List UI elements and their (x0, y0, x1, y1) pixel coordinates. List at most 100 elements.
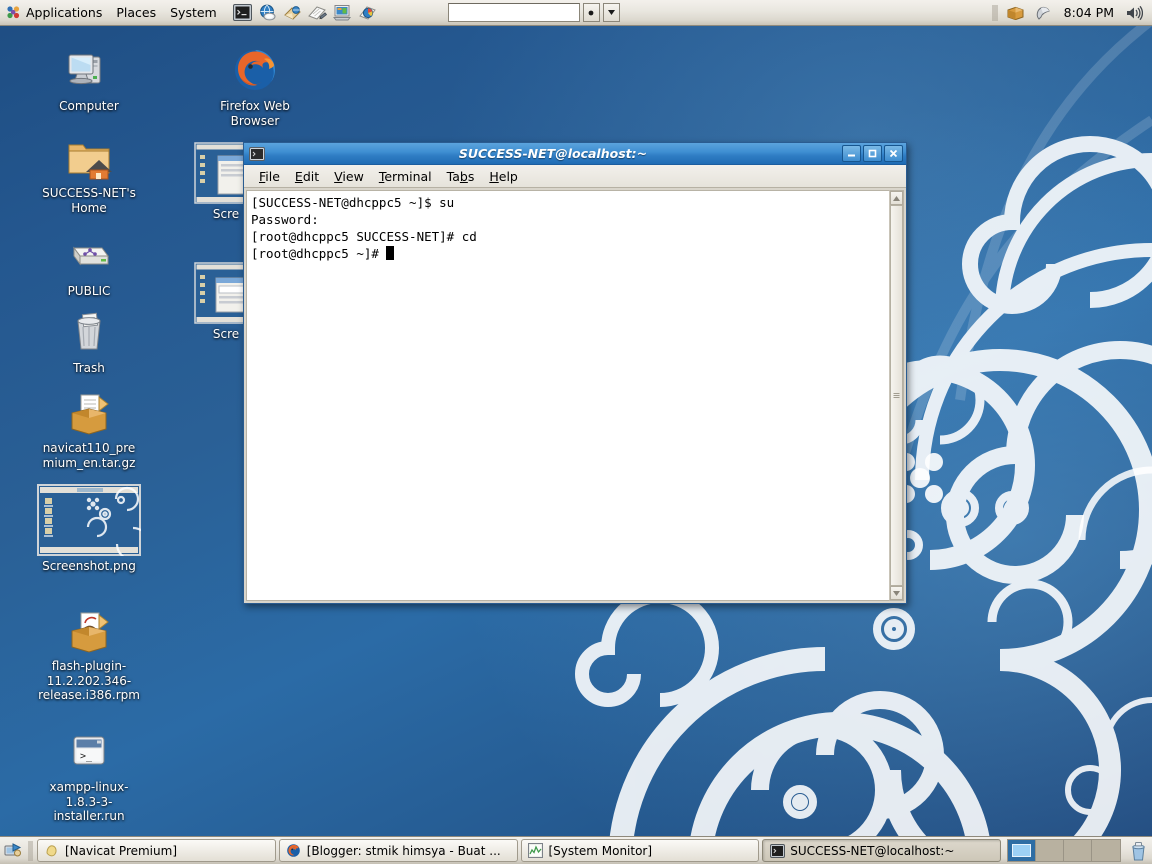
terminal-screen[interactable]: [SUCCESS-NET@dhcppc5 ~]$ su Password: [r… (246, 190, 889, 601)
maximize-button[interactable] (863, 145, 882, 162)
bottom-panel[interactable]: [Navicat Premium] [Blogger: stmik himsya… (0, 836, 1152, 864)
navicat-icon (44, 843, 60, 859)
desktop-icon-label: flash-plugin-11.2.202.346-release.i386.r… (37, 659, 141, 703)
workspace-3[interactable] (1064, 840, 1092, 861)
menu-system[interactable]: System (164, 2, 225, 24)
fedora-logo-icon (6, 5, 21, 20)
desktop-icon-home[interactable]: SUCCESS-NET's Home (35, 131, 143, 215)
firefox-icon (286, 843, 302, 859)
clock[interactable]: 8:04 PM (1061, 5, 1117, 20)
taskbar-item-navicat[interactable]: [Navicat Premium] (37, 839, 276, 862)
taskbar-item-terminal[interactable]: SUCCESS-NET@localhost:~ (762, 839, 1001, 862)
show-desktop-button[interactable] (2, 839, 24, 863)
desktop[interactable]: Computer Firefox Web Browser (0, 0, 1152, 864)
home-folder-icon (63, 131, 115, 183)
terminal-icon (233, 4, 252, 21)
archive-icon (63, 386, 115, 438)
panel-launchers[interactable] (231, 2, 380, 24)
terminal-icon (248, 146, 266, 162)
workspace-preview (1040, 844, 1059, 857)
speaker-volume-icon[interactable] (1123, 2, 1145, 24)
triangle-up-icon (893, 196, 900, 201)
scroll-down-button[interactable] (890, 586, 903, 600)
close-button[interactable] (884, 145, 903, 162)
search-input[interactable] (448, 3, 580, 22)
panel-status-area[interactable]: 8:04 PM (991, 2, 1152, 24)
taskbar-item-system-monitor[interactable]: [System Monitor] (521, 839, 760, 862)
deskbar-applet[interactable] (448, 3, 620, 22)
desktop-icon-flash-plugin[interactable]: flash-plugin-11.2.202.346-release.i386.r… (35, 604, 143, 703)
desktop-icon-trash[interactable]: Trash (35, 306, 143, 376)
scroll-up-button[interactable] (890, 191, 903, 205)
firefox-icon (229, 44, 281, 96)
rpm-package-icon (63, 604, 115, 656)
terminal-title: SUCCESS-NET@localhost:~ (266, 146, 840, 161)
menu-label: Places (116, 5, 156, 20)
terminal-window[interactable]: SUCCESS-NET@localhost:~ FileEditViewTerm… (243, 142, 907, 604)
desktop-icon-label: SUCCESS-NET's Home (37, 186, 141, 215)
minimize-button[interactable] (842, 145, 861, 162)
globe-browser-icon (258, 4, 277, 21)
menu-places[interactable]: Places (110, 2, 164, 24)
trash-icon (63, 306, 115, 358)
desktop-icon-screenshot-png[interactable]: Screenshot.png (35, 484, 143, 574)
desktop-icon-label: xampp-linux-1.8.3-3-installer.run (37, 780, 141, 824)
writer-document-icon (308, 4, 327, 21)
terminal-titlebar[interactable]: SUCCESS-NET@localhost:~ (244, 143, 906, 165)
taskbar-item-label: SUCCESS-NET@localhost:~ (790, 844, 954, 858)
scrollbar-thumb[interactable] (890, 205, 903, 586)
taskbar-item-label: [System Monitor] (549, 844, 653, 858)
launcher-writer[interactable] (306, 2, 330, 24)
workspace-4[interactable] (1092, 840, 1120, 861)
deskbar-record-button[interactable] (583, 3, 600, 22)
launcher-terminal[interactable] (231, 2, 255, 24)
desktop-icon-label: Computer (59, 99, 119, 114)
desktop-icon-label: Scre (213, 207, 239, 222)
desktop-icon-computer[interactable]: Computer (35, 44, 143, 114)
maximize-icon (868, 149, 877, 158)
menu-edit[interactable]: Edit (288, 167, 326, 186)
deskbar-dropdown-button[interactable] (603, 3, 620, 22)
minimize-icon (847, 149, 856, 158)
terminal-scrollbar[interactable] (889, 190, 904, 601)
menu-file[interactable]: File (252, 167, 287, 186)
launcher-calc[interactable] (356, 2, 380, 24)
executable-script-icon: >_ (63, 725, 115, 777)
spreadsheet-chart-icon (358, 4, 377, 21)
update-manager-icon[interactable] (1005, 2, 1027, 24)
presentation-icon (333, 4, 352, 21)
launcher-impress[interactable] (331, 2, 355, 24)
menu-terminal[interactable]: Terminal (372, 167, 439, 186)
desktop-icon-xampp-installer[interactable]: >_ xampp-linux-1.8.3-3-installer.run (35, 725, 143, 824)
grip-icon (893, 392, 900, 399)
show-desktop-icon (4, 842, 22, 859)
workspace-2[interactable] (1036, 840, 1064, 861)
trash-applet-button[interactable] (1126, 839, 1150, 863)
desktop-icon-navicat-archive[interactable]: navicat110_premium_en.tar.gz (35, 386, 143, 470)
top-panel[interactable]: Applications Places System (0, 0, 1152, 26)
menu-tabs[interactable]: Tabs (440, 167, 482, 186)
menu-help[interactable]: Help (482, 167, 525, 186)
chevron-down-icon (608, 10, 615, 15)
taskbar-grip-icon (27, 840, 34, 862)
email-icon (283, 4, 302, 21)
terminal-body: [SUCCESS-NET@dhcppc5 ~]$ su Password: [r… (244, 188, 906, 603)
mouse-icon[interactable] (1033, 2, 1055, 24)
menu-view[interactable]: View (327, 167, 371, 186)
launcher-email[interactable] (281, 2, 305, 24)
dot-icon (588, 10, 594, 16)
terminal-output: [SUCCESS-NET@dhcppc5 ~]$ su Password: [r… (251, 195, 477, 261)
desktop-icon-firefox[interactable]: Firefox Web Browser (190, 44, 320, 128)
menu-applications[interactable]: Applications (0, 2, 110, 24)
terminal-cursor (386, 246, 394, 260)
launcher-browser[interactable] (256, 2, 280, 24)
workspace-switcher[interactable] (1007, 839, 1121, 862)
scrollbar-track[interactable] (890, 205, 903, 586)
workspace-1[interactable] (1008, 840, 1036, 861)
desktop-icon-label: PUBLIC (68, 284, 111, 299)
desktop-icon-label: Screenshot.png (42, 559, 136, 574)
desktop-icon-label: Scre (213, 327, 239, 342)
desktop-icon-public[interactable]: PUBLIC (35, 229, 143, 299)
terminal-menubar[interactable]: FileEditViewTerminalTabsHelp (244, 165, 906, 188)
taskbar-item-blogger[interactable]: [Blogger: stmik himsya - Buat ... (279, 839, 518, 862)
